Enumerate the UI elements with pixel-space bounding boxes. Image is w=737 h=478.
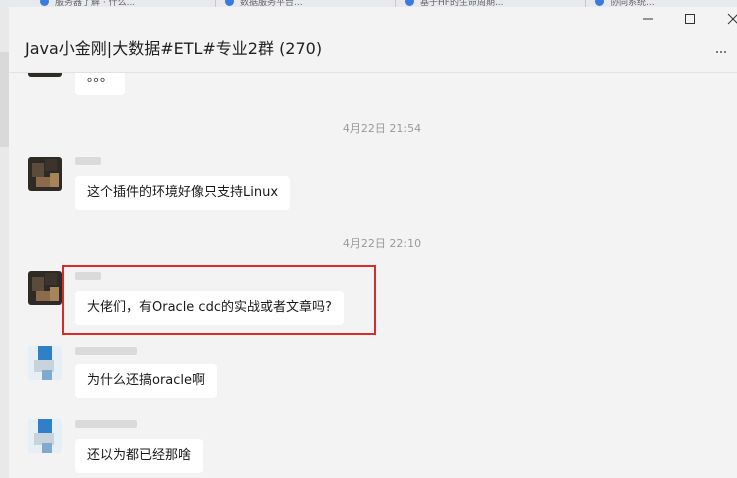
browser-icon <box>595 0 604 6</box>
background-tab[interactable]: 基于HF的生命周期... <box>405 0 504 7</box>
avatar[interactable] <box>28 73 62 77</box>
message-timestamp: 4月22日 22:10 <box>342 237 422 250</box>
sender-name-redacted <box>75 347 137 355</box>
chat-window: 服务器了解 · 什么... 数据服务平台... 基于HF的生命周期... 协同系… <box>0 0 737 478</box>
message-timestamp: 4月22日 21:54 <box>342 122 422 135</box>
maximize-button[interactable] <box>678 10 702 28</box>
background-taskbar-strip: 服务器了解 · 什么... 数据服务平台... 基于HF的生命周期... 协同系… <box>0 0 737 7</box>
more-options-button[interactable] <box>713 43 729 61</box>
message-bubble[interactable]: 这个插件的环境好像只支持Linux <box>75 176 291 210</box>
more-dots-icon <box>720 51 722 53</box>
browser-icon <box>225 0 234 6</box>
background-tab[interactable]: 数据服务平台... <box>225 0 303 7</box>
close-button[interactable] <box>721 10 737 28</box>
background-tab-label: 数据服务平台... <box>240 0 303 7</box>
left-panel-edge <box>0 7 9 478</box>
background-tab[interactable]: 协同系统... <box>595 0 655 7</box>
chat-title: Java小金刚|大数据#ETL#专业2群 (270) <box>25 39 323 58</box>
message-bubble[interactable]: 。。。 <box>75 73 126 95</box>
scrollbar-thumb[interactable] <box>0 52 9 147</box>
red-highlight-annotation <box>62 265 376 335</box>
message-bubble[interactable]: 为什么还搞oracle啊 <box>75 364 218 398</box>
background-tab[interactable]: 服务器了解 · 什么... <box>40 0 135 7</box>
avatar[interactable] <box>28 157 62 191</box>
minimize-icon <box>643 18 653 20</box>
message-bubble[interactable]: 还以为都已经那啥 <box>75 439 204 473</box>
minimize-button[interactable] <box>636 10 660 28</box>
tab-divider <box>585 0 586 7</box>
sender-name-redacted <box>75 157 101 165</box>
avatar[interactable] <box>28 419 62 453</box>
avatar[interactable] <box>28 271 62 305</box>
sender-name-redacted <box>75 420 137 428</box>
more-dots-icon <box>724 51 726 53</box>
browser-icon <box>405 0 414 6</box>
message-list[interactable]: 。。。 4月22日 21:54 这个插件的环境好像只支持Linux 4月22日 … <box>9 73 737 478</box>
background-tab-label: 协同系统... <box>610 0 655 7</box>
tab-divider <box>395 0 396 7</box>
background-tab-label: 服务器了解 · 什么... <box>55 0 136 7</box>
more-dots-icon <box>716 51 718 53</box>
avatar[interactable] <box>28 346 62 380</box>
tab-divider <box>215 0 216 7</box>
close-icon <box>727 13 737 25</box>
chat-header: Java小金刚|大数据#ETL#专业2群 (270) <box>9 7 737 73</box>
maximize-icon <box>685 14 695 24</box>
browser-icon <box>40 0 49 6</box>
background-tab-label: 基于HF的生命周期... <box>420 0 504 7</box>
